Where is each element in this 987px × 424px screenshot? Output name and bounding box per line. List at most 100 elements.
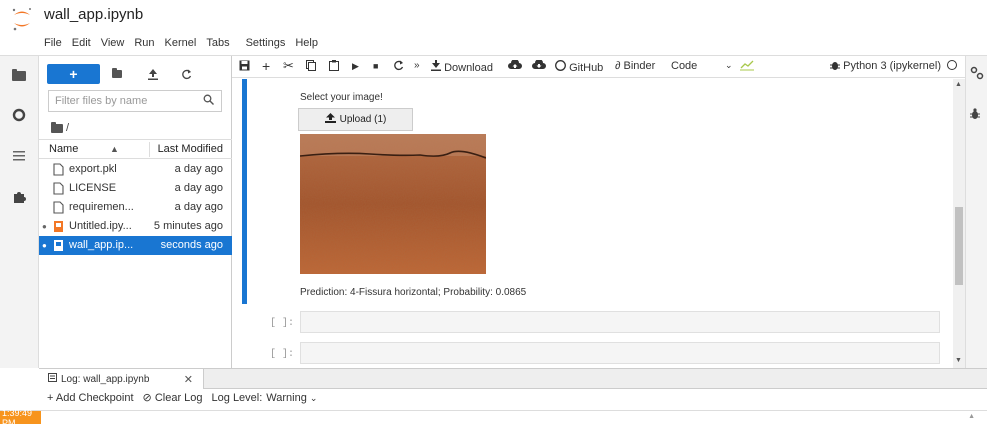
file-name: wall_app.ip... (69, 239, 134, 251)
stop-icon[interactable]: ■ (373, 61, 378, 71)
cell-type-select[interactable]: Code (671, 60, 697, 72)
file-name: requiremen... (69, 201, 134, 213)
clear-log-button[interactable]: ⊘ Clear Log (143, 391, 203, 404)
file-row-wall-app[interactable]: ● wall_app.ip... seconds ago (39, 236, 232, 255)
scroll-down-icon[interactable]: ▼ (955, 357, 962, 364)
bug-icon[interactable] (830, 60, 840, 74)
scroll-up-icon[interactable]: ▲ (955, 81, 962, 88)
property-inspector-icon[interactable] (970, 66, 984, 83)
cell-type-label: Code (671, 60, 698, 72)
file-modified: a day ago (174, 182, 223, 194)
code-cell-input[interactable] (300, 311, 940, 333)
running-kernels-icon[interactable] (9, 105, 29, 125)
code-cell-input[interactable] (300, 342, 940, 364)
new-launcher-button[interactable]: + (47, 64, 100, 84)
upload-button[interactable]: Upload (1) (298, 108, 413, 131)
kernel-status-icon (947, 60, 957, 70)
table-of-contents-icon[interactable] (9, 146, 29, 166)
log-level-label: Log Level: (211, 391, 263, 404)
top-bar: wall_app.ipynb File Edit View Run Kernel… (0, 0, 987, 56)
extensions-icon[interactable] (9, 186, 29, 206)
save-icon[interactable] (239, 60, 250, 74)
file-icon (53, 182, 64, 195)
column-name-header[interactable]: Name (49, 143, 78, 155)
refresh-icon[interactable] (178, 66, 194, 82)
file-row-requirements[interactable]: requiremen... a day ago (39, 198, 232, 217)
chevron-down-icon: ⌄ (309, 392, 318, 403)
clear-log-label: Clear Log (154, 392, 203, 404)
log-timestamp: 1:39:49 PM (0, 408, 41, 424)
folder-icon (51, 121, 63, 133)
breadcrumb-path[interactable]: / (66, 122, 69, 134)
paste-icon[interactable] (329, 60, 339, 74)
log-icon (48, 373, 57, 385)
chart-icon[interactable] (740, 59, 754, 74)
copy-icon[interactable] (306, 60, 316, 74)
scroll-up-icon[interactable]: ▲ (968, 413, 975, 420)
cell-prompt: [ ]: (270, 349, 295, 360)
notebook-scrollbar[interactable]: ▲ ▼ (953, 79, 965, 368)
file-modified: 5 minutes ago (153, 220, 223, 232)
upload-label: Upload (1) (339, 114, 387, 125)
file-row-license[interactable]: LICENSE a day ago (39, 179, 232, 198)
notebook-area: Select your image! Upload (1) Prediction… (232, 79, 953, 368)
document-title: wall_app.ipynb (44, 6, 144, 23)
log-tab[interactable]: Log: wall_app.ipynb ✕ (39, 369, 204, 389)
debugger-icon[interactable] (970, 108, 980, 123)
log-tab-label: Log: wall_app.ipynb (61, 373, 150, 385)
file-row-untitled[interactable]: ● Untitled.ipy... 5 minutes ago (39, 217, 232, 236)
folder-icon[interactable] (9, 66, 29, 86)
upload-icon[interactable] (145, 66, 161, 82)
download-button[interactable]: Download (431, 60, 493, 74)
cloud-download-icon[interactable] (532, 59, 546, 73)
log-console-panel: Log: wall_app.ipynb ✕ + Add Checkpoint ⊘… (0, 368, 987, 424)
scrollbar-thumb[interactable] (955, 207, 963, 285)
sort-ascending-icon: ▲ (110, 144, 119, 154)
file-modified: a day ago (174, 201, 223, 213)
wall-crack-image (300, 134, 486, 274)
kernel-indicator[interactable]: Python 3 (ipykernel) (843, 60, 957, 72)
file-icon (53, 201, 64, 214)
prediction-output: Prediction: 4-Fissura horizontal; Probab… (300, 287, 527, 298)
add-checkpoint-button[interactable]: + Add Checkpoint (47, 392, 134, 404)
binder-button[interactable]: ∂ Binder (615, 60, 655, 72)
menu-run[interactable]: Run (134, 37, 154, 53)
column-modified-header[interactable]: Last Modified (158, 143, 223, 155)
run-icon[interactable]: ▶ (352, 61, 359, 72)
file-filter-input[interactable] (55, 95, 195, 107)
tab-bar-fill (204, 369, 987, 389)
running-indicator-icon: ● (42, 222, 47, 231)
file-name: Untitled.ipy... (69, 220, 132, 232)
clear-icon: ⊘ (142, 392, 152, 404)
cloud-upload-icon[interactable] (508, 59, 522, 73)
file-row-export[interactable]: export.pkl a day ago (39, 160, 232, 179)
menu-help[interactable]: Help (295, 37, 318, 53)
menu-file[interactable]: File (44, 37, 62, 53)
cell-prompt: [ ]: (270, 318, 295, 329)
notebook-icon (54, 240, 63, 251)
menu-settings[interactable]: Settings (246, 37, 286, 53)
menu-tabs[interactable]: Tabs (206, 37, 229, 53)
github-icon (555, 60, 569, 74)
download-label: Download (444, 62, 493, 74)
menu-kernel[interactable]: Kernel (165, 37, 197, 53)
file-filter-field[interactable] (48, 90, 222, 112)
log-level-select[interactable]: Warning ⌄ (266, 392, 317, 404)
left-sidebar-rail (0, 56, 39, 368)
breadcrumb[interactable]: / (51, 121, 69, 134)
close-icon[interactable]: ✕ (184, 373, 193, 386)
download-icon (431, 60, 444, 74)
insert-cell-icon[interactable]: + (262, 58, 270, 74)
fast-forward-icon[interactable]: » (414, 60, 420, 71)
file-modified: a day ago (174, 163, 223, 175)
cut-icon[interactable]: ✂ (283, 58, 294, 74)
new-folder-icon[interactable] (109, 66, 125, 82)
chevron-down-icon[interactable]: ⌄ (725, 60, 733, 71)
menu-edit[interactable]: Edit (72, 37, 91, 53)
active-cell-indicator[interactable] (242, 79, 247, 304)
menu-view[interactable]: View (101, 37, 125, 53)
file-name: LICENSE (69, 182, 117, 194)
restart-icon[interactable] (393, 60, 404, 74)
link-icon: ∂ (615, 60, 621, 72)
github-button[interactable]: GitHub (555, 60, 603, 74)
